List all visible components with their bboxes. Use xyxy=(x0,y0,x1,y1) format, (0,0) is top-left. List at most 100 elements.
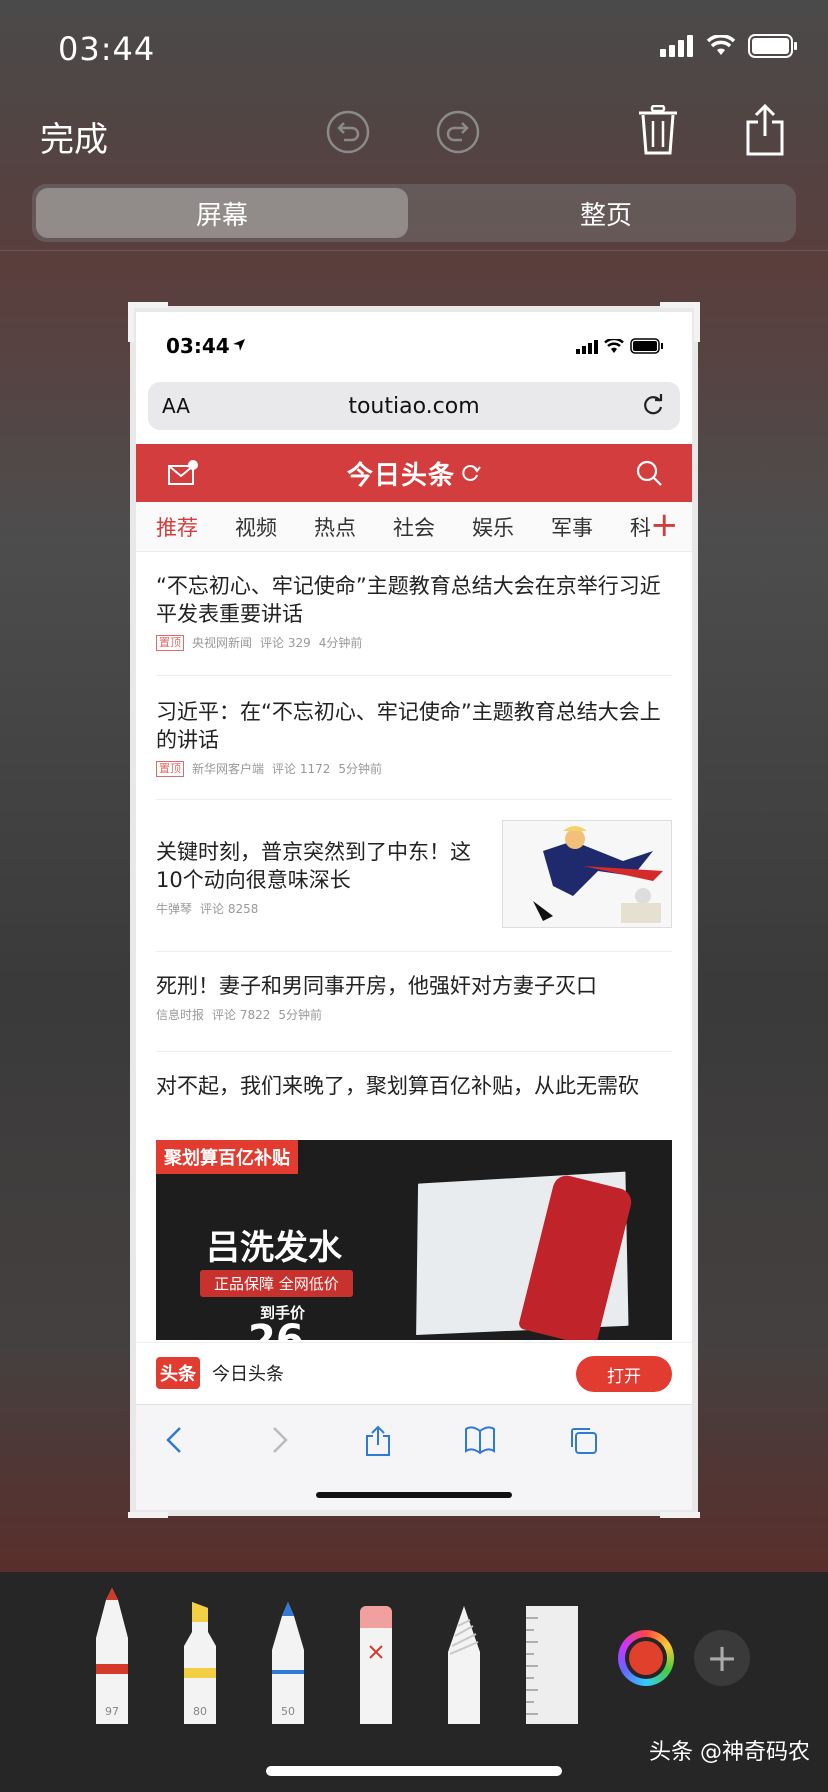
open-app-button[interactable]: 打开 xyxy=(576,1356,672,1392)
preview-battery-icon xyxy=(630,338,663,354)
tab-recommend[interactable]: 推荐 xyxy=(156,512,235,542)
bookmarks-icon[interactable] xyxy=(464,1425,496,1455)
article-comments: 评论 1172 xyxy=(272,762,331,776)
ad-headline: 吕洗发水 xyxy=(206,1228,342,1268)
list-item[interactable]: “不忘初心、牢记使命”主题教育总结大会在京举行习近平发表重要讲话 置顶 央视网新… xyxy=(156,552,672,676)
article-time: 4分钟前 xyxy=(318,636,363,650)
ad-tag: 聚划算百亿补贴 xyxy=(156,1140,298,1174)
location-arrow-icon xyxy=(233,339,245,351)
search-icon[interactable] xyxy=(636,460,662,486)
article-source: 信息时报 xyxy=(156,1008,205,1022)
toutiao-header: 今日头条 xyxy=(136,444,692,502)
app-name: 今日头条 xyxy=(212,1363,284,1385)
eraser-tool[interactable] xyxy=(358,1606,394,1724)
article-time: 5分钟前 xyxy=(338,762,383,776)
color-picker-button[interactable] xyxy=(618,1630,674,1686)
tabs-icon[interactable] xyxy=(568,1425,600,1457)
status-time: 03:44 xyxy=(58,30,156,68)
article-meta: 置顶 央视网新闻 评论 329 4分钟前 xyxy=(156,634,672,651)
url-text: toutiao.com xyxy=(348,393,480,419)
pencil-width: 50 xyxy=(281,1705,295,1718)
battery-icon xyxy=(748,34,797,58)
article-meta: 置顶 新华网客户端 评论 1172 5分钟前 xyxy=(156,760,672,777)
ruler-tool[interactable] xyxy=(524,1606,580,1724)
trash-icon[interactable] xyxy=(636,104,680,156)
article-source: 央视网新闻 xyxy=(192,636,253,650)
marker-tool[interactable]: 80 xyxy=(182,1602,218,1724)
reload-icon[interactable] xyxy=(640,392,666,418)
watermark: 头条 @神奇码农 xyxy=(649,1740,810,1765)
marker-width: 80 xyxy=(193,1705,207,1718)
article-comments: 评论 8258 xyxy=(200,902,259,916)
list-item[interactable]: 习近平：在“不忘初心、牢记使命”主题教育总结大会上的讲话 置顶 新华网客户端 评… xyxy=(156,676,672,800)
article-title: 对不起，我们来晚了，聚划算百亿补贴，从此无需砍 xyxy=(156,1074,639,1098)
app-open-banner: 头条 今日头条 打开 xyxy=(136,1342,692,1402)
article-source: 新华网客户端 xyxy=(192,762,265,776)
ad-banner[interactable]: 聚划算百亿补贴 吕洗发水 正品保障 全网低价 到手价 26 xyxy=(156,1140,672,1340)
redo-icon[interactable] xyxy=(436,110,480,154)
wifi-icon xyxy=(706,35,736,55)
tab-hot[interactable]: 热点 xyxy=(314,512,393,542)
address-bar[interactable]: AA toutiao.com xyxy=(148,382,680,430)
preview-status-time: 03:44 xyxy=(166,334,230,358)
crop-handle-top-right-vertical[interactable] xyxy=(694,302,700,342)
screenshot-preview[interactable]: 03:44 AA toutiao.com 今日头条 推荐 视频 热点 社会 娱乐… xyxy=(130,306,698,1516)
selected-color-swatch xyxy=(629,1641,663,1675)
reader-options-button[interactable]: AA xyxy=(162,394,190,418)
list-item[interactable]: 死刑！妻子和男同事开房，他强奸对方妻子灭口 信息时报 评论 7822 5分钟前 xyxy=(156,952,672,1052)
crop-handle-bottom-right[interactable] xyxy=(660,1512,700,1518)
article-source: 牛弹琴 xyxy=(156,902,193,916)
preview-signal-icon xyxy=(576,340,598,354)
list-item[interactable]: 对不起，我们来晚了，聚划算百亿补贴，从此无需砍 xyxy=(156,1052,672,1140)
tab-entertainment[interactable]: 娱乐 xyxy=(472,512,551,542)
markup-toolbar: 97 80 50 + xyxy=(0,1572,828,1724)
mail-icon[interactable] xyxy=(168,460,198,486)
pen-width: 97 xyxy=(105,1705,119,1718)
back-icon[interactable] xyxy=(164,1425,188,1455)
article-title: 死刑！妻子和男同事开房，他强奸对方妻子灭口 xyxy=(156,974,597,998)
crop-handle-top-left[interactable] xyxy=(128,302,168,308)
share-icon[interactable] xyxy=(744,104,786,156)
preview-wifi-icon xyxy=(604,339,624,353)
article-title: 关键时刻，普京突然到了中东！这10个动向很意味深长 xyxy=(156,840,471,892)
color-ring-inner xyxy=(625,1637,667,1679)
divider xyxy=(0,250,828,251)
undo-icon[interactable] xyxy=(326,110,370,154)
tab-military[interactable]: 军事 xyxy=(551,512,630,542)
segment-full-page[interactable]: 整页 xyxy=(420,188,792,238)
add-markup-button[interactable]: + xyxy=(694,1630,750,1686)
preview-status-bar: 03:44 xyxy=(136,312,692,376)
add-channel-button[interactable]: + xyxy=(650,508,680,544)
lasso-tool[interactable] xyxy=(446,1606,482,1724)
article-time: 5分钟前 xyxy=(278,1008,323,1022)
refresh-icon[interactable] xyxy=(461,463,481,483)
list-item[interactable]: 关键时刻，普京突然到了中东！这10个动向很意味深长 牛弹琴 评论 8258 xyxy=(156,800,672,952)
crop-handle-bottom-left[interactable] xyxy=(128,1512,168,1518)
pinned-badge: 置顶 xyxy=(156,760,184,777)
signal-icon xyxy=(660,35,693,57)
article-title: “不忘初心、牢记使命”主题教育总结大会在京举行习近平发表重要讲话 xyxy=(156,574,661,626)
article-comments: 评论 329 xyxy=(260,636,311,650)
view-mode-segmented-control: 屏幕 整页 xyxy=(32,184,796,242)
pencil-tool[interactable]: 50 xyxy=(270,1602,306,1724)
ad-subline: 正品保障 全网低价 xyxy=(200,1270,353,1297)
article-title: 习近平：在“不忘初心、牢记使命”主题教育总结大会上的讲话 xyxy=(156,700,661,752)
crop-handle-top-left-vertical[interactable] xyxy=(128,302,134,342)
article-thumbnail xyxy=(502,820,672,928)
ad-price: 26 xyxy=(248,1317,304,1340)
article-comments: 评论 7822 xyxy=(212,1008,271,1022)
article-meta: 信息时报 评论 7822 5分钟前 xyxy=(156,1006,672,1023)
tab-society[interactable]: 社会 xyxy=(393,512,472,542)
status-icons xyxy=(660,34,798,58)
toutiao-logo: 今日头条 xyxy=(346,460,455,491)
toutiao-app-logo: 头条 xyxy=(156,1356,200,1389)
share-icon[interactable] xyxy=(364,1425,392,1457)
pinned-badge: 置顶 xyxy=(156,634,184,651)
tab-video[interactable]: 视频 xyxy=(235,512,314,542)
forward-icon[interactable] xyxy=(266,1425,290,1455)
pen-tool[interactable]: 97 xyxy=(94,1588,130,1724)
segment-screen[interactable]: 屏幕 xyxy=(36,188,408,238)
done-button[interactable]: 完成 xyxy=(40,112,108,161)
home-indicator xyxy=(266,1766,562,1776)
category-tabs: 推荐 视频 热点 社会 娱乐 军事 科 + xyxy=(136,502,692,552)
